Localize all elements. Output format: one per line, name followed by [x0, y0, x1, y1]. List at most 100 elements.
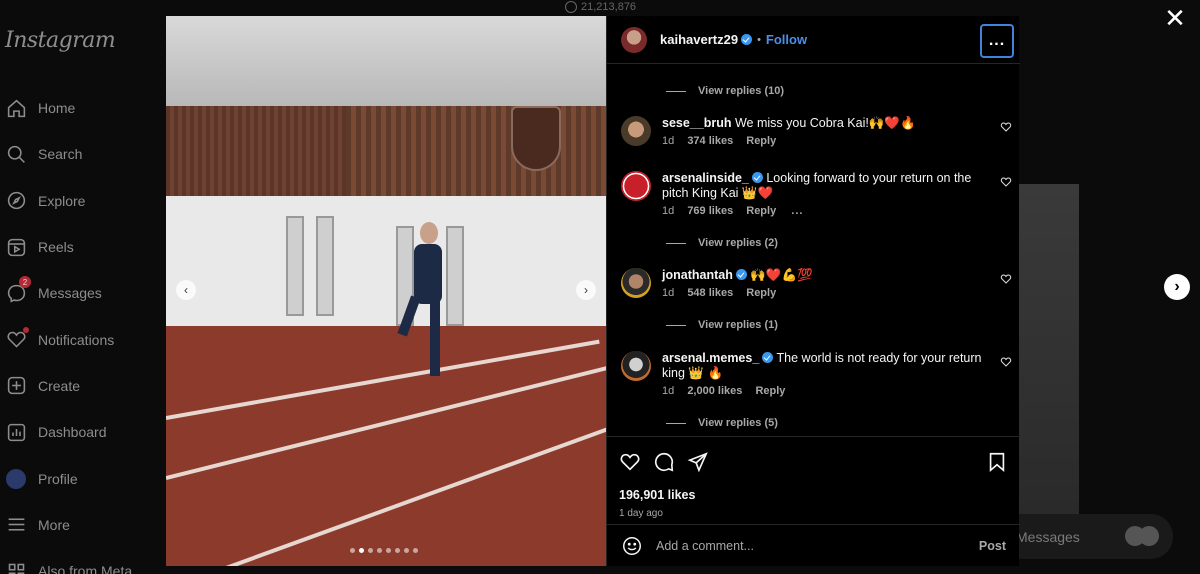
- comment-likes[interactable]: 374 likes: [687, 135, 733, 147]
- sidebar-item-search[interactable]: Search: [5, 131, 166, 177]
- author-username[interactable]: kaihavertz29: [660, 32, 738, 47]
- commenter-avatar[interactable]: [621, 268, 651, 298]
- sidebar-item-label: Home: [38, 100, 76, 117]
- carousel-indicator: [350, 548, 418, 553]
- close-icon[interactable]: ✕: [1164, 5, 1186, 31]
- comment-item: sese__bruh We miss you Cobra Kai!🙌❤️🔥 1d…: [621, 116, 1016, 147]
- view-replies-button[interactable]: View replies (10): [666, 85, 784, 97]
- sidebar-item-more[interactable]: More: [5, 502, 166, 548]
- sidebar-item-reels[interactable]: Reels: [5, 224, 166, 270]
- comment-likes[interactable]: 769 likes: [687, 205, 733, 217]
- comment-likes[interactable]: 548 likes: [687, 287, 733, 299]
- carousel-prev-button[interactable]: ‹: [176, 280, 196, 300]
- sidebar-item-label: Messages: [38, 285, 102, 302]
- post-time: 1 day ago: [619, 508, 663, 519]
- comment-text: We miss you Cobra Kai!🙌❤️🔥: [734, 116, 916, 130]
- threads-icon: [565, 1, 577, 13]
- person: [420, 222, 438, 244]
- verified-icon: [741, 34, 753, 45]
- follow-button[interactable]: Follow: [766, 32, 807, 47]
- sidebar-item-explore[interactable]: Explore: [5, 178, 166, 224]
- compass-icon: [5, 190, 27, 212]
- save-icon[interactable]: [986, 451, 1008, 473]
- sidebar-item-notifications[interactable]: Notifications: [5, 316, 166, 362]
- sidebar-item-label: Dashboard: [38, 424, 107, 441]
- emoji-icon[interactable]: [621, 535, 643, 557]
- sidebar-item-label: Explore: [38, 192, 86, 209]
- sidebar-item-messages[interactable]: 2 Messages: [5, 270, 166, 316]
- comment-icon[interactable]: [653, 451, 675, 473]
- messages-floating-button[interactable]: Messages: [1000, 514, 1173, 559]
- commenter-avatar[interactable]: [621, 116, 651, 146]
- sidebar-item-profile[interactable]: Profile: [5, 455, 166, 501]
- post-details-panel: kaihavertz29 • Follow ... View replies (…: [606, 16, 1020, 566]
- profile-avatar: [5, 468, 27, 490]
- search-icon: [5, 143, 27, 165]
- view-replies-button[interactable]: View replies (2): [666, 237, 778, 249]
- like-comment-icon[interactable]: [1000, 120, 1012, 132]
- add-comment-bar: Add a comment... Post: [607, 524, 1020, 566]
- more-icon: ...: [988, 32, 1006, 49]
- like-icon[interactable]: [619, 451, 641, 473]
- post-comment-button[interactable]: Post: [979, 539, 1006, 553]
- sidebar-item-also-from-meta[interactable]: Also from Meta: [5, 548, 166, 574]
- meta-icon: [5, 560, 27, 574]
- commenter-avatar[interactable]: [621, 351, 651, 381]
- notification-dot: [23, 326, 29, 333]
- sidebar-item-label: Reels: [38, 239, 74, 256]
- comment-likes[interactable]: 2,000 likes: [687, 385, 742, 397]
- sidebar-item-home[interactable]: Home: [5, 85, 166, 131]
- sidebar-item-label: Create: [38, 377, 81, 394]
- view-replies-button[interactable]: View replies (5): [666, 417, 778, 429]
- comment-text: 🙌❤️💪💯: [750, 268, 813, 282]
- plus-square-icon: [5, 375, 27, 397]
- background-view-count: 21,213,876: [565, 1, 636, 13]
- comment-time: 1d: [662, 287, 675, 299]
- comment-item: arsenalinside_ Looking forward to your r…: [621, 171, 1016, 217]
- heart-icon: [5, 326, 29, 351]
- view-replies-button[interactable]: View replies (1): [666, 319, 778, 331]
- messenger-icon: 2: [5, 276, 31, 304]
- share-icon[interactable]: [687, 451, 709, 473]
- like-comment-icon[interactable]: [1000, 272, 1012, 284]
- post-actions: 196,901 likes 1 day ago: [607, 436, 1020, 519]
- reply-button[interactable]: Reply: [746, 287, 776, 299]
- reply-button[interactable]: Reply: [755, 385, 785, 397]
- arsenal-crest: [511, 106, 561, 171]
- sidebar: Instagram Home Search Explore Reels 2 Me…: [0, 0, 166, 574]
- commenter-username[interactable]: arsenal.memes_: [662, 351, 759, 365]
- commenter-username[interactable]: arsenalinside_: [662, 171, 749, 185]
- commenter-username[interactable]: jonathantah: [662, 268, 733, 282]
- messages-avatars: [1125, 526, 1159, 546]
- next-post-button[interactable]: ›: [1164, 274, 1190, 300]
- home-icon: [5, 97, 27, 119]
- more-options-button[interactable]: ...: [980, 24, 1014, 58]
- instagram-logo[interactable]: Instagram: [5, 28, 166, 53]
- reels-icon: [5, 236, 27, 258]
- sidebar-item-label: Search: [38, 146, 83, 163]
- comments-list[interactable]: View replies (10) sese__bruh We miss you…: [607, 64, 1020, 434]
- comment-time: 1d: [662, 205, 675, 217]
- comment-time: 1d: [662, 135, 675, 147]
- author-avatar[interactable]: [621, 26, 647, 53]
- sidebar-item-label: Also from Meta: [38, 563, 133, 574]
- background-post-image: [1019, 184, 1079, 514]
- post-image[interactable]: ‹ ›: [166, 16, 606, 566]
- reply-button[interactable]: Reply: [746, 135, 776, 147]
- sidebar-item-label: More: [38, 516, 70, 533]
- comment-input[interactable]: Add a comment...: [656, 539, 979, 553]
- commenter-username[interactable]: sese__bruh: [662, 116, 731, 130]
- comment-more-icon[interactable]: ...: [791, 205, 803, 217]
- like-comment-icon[interactable]: [1000, 355, 1012, 367]
- commenter-avatar[interactable]: [621, 171, 651, 201]
- post-header: kaihavertz29 • Follow ...: [607, 16, 1020, 64]
- comment-item: arsenal.memes_ The world is not ready fo…: [621, 351, 1016, 397]
- reply-button[interactable]: Reply: [746, 205, 776, 217]
- sidebar-item-create[interactable]: Create: [5, 363, 166, 409]
- like-comment-icon[interactable]: [1000, 175, 1012, 187]
- verified-icon: [751, 172, 763, 183]
- sidebar-item-dashboard[interactable]: Dashboard: [5, 409, 166, 455]
- carousel-next-button[interactable]: ›: [576, 280, 596, 300]
- like-count[interactable]: 196,901 likes: [619, 488, 1008, 502]
- messages-badge: 2: [19, 276, 31, 289]
